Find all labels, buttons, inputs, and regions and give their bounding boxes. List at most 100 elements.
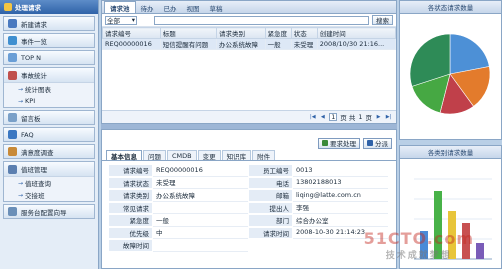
watermark-sub: 技术成就梦想 <box>385 251 452 261</box>
ranking-icon <box>8 53 17 62</box>
field-label: 电话 <box>248 176 293 189</box>
bar-chart-title: 各类别请求数量 <box>400 146 501 159</box>
search-input[interactable] <box>154 15 369 25</box>
sidebar-item-message-board[interactable]: 留言板 <box>3 110 95 125</box>
sidebar-sub-duty-query[interactable]: → 值班查询 <box>4 177 94 189</box>
request-list-panel: 请求池 待办 已办 视图 草稿 全部 ▾ 搜索 请求编号 标题 请求类别 紧急度… <box>101 0 397 124</box>
field-value: REQ00000016 <box>153 164 248 177</box>
sidebar-sub-kpi[interactable]: → KPI <box>4 95 94 107</box>
pager: |◀ ◀ 1 页 共 1 页 ▶ ▶| <box>102 110 396 123</box>
field-value: 未受理 <box>153 177 248 189</box>
sidebar-item-label: 新建请求 <box>21 20 47 29</box>
last-page-icon[interactable]: ▶| <box>385 114 392 121</box>
field-label: 优先级 <box>108 226 153 239</box>
table-cell: 一般 <box>264 38 292 50</box>
request-detail-panel: 要求处理 分派 基本信息 问题 CMDB 变更 知识库 附件 请求编号 REQ0… <box>101 129 397 269</box>
field-value <box>153 239 248 252</box>
next-page-icon[interactable]: ▶ <box>375 114 382 121</box>
tab-problem[interactable]: 问题 <box>143 150 166 161</box>
tab-view[interactable]: 视图 <box>182 2 205 13</box>
sidebar-item-label: 值班管理 <box>21 166 47 174</box>
column-header[interactable]: 创建时间 <box>316 27 397 39</box>
field-value: 李强 <box>293 202 388 214</box>
status-pie-chart <box>409 33 491 115</box>
status-pie-chart-panel: 各状态请求数量 <box>399 0 502 140</box>
sidebar-sub-label: 统计图表 <box>25 86 52 94</box>
column-header[interactable]: 状态 <box>290 27 318 39</box>
assign-button[interactable]: 分派 <box>363 137 392 149</box>
filter-select[interactable]: 全部 ▾ <box>105 15 137 25</box>
survey-icon <box>8 147 17 156</box>
tab-basic-info[interactable]: 基本信息 <box>106 150 142 161</box>
sidebar-item-stats[interactable]: 事故统计 <box>4 68 94 83</box>
tab-cmdb[interactable]: CMDB <box>167 150 197 160</box>
message-icon <box>8 113 17 122</box>
tab-change[interactable]: 变更 <box>197 150 221 161</box>
sidebar-item-label: FAQ <box>21 130 34 139</box>
accept-button[interactable]: 要求处理 <box>318 137 360 149</box>
watermark-main: 51CTO.com <box>363 229 474 248</box>
page-unit-label: 页 <box>365 114 373 122</box>
field-label: 请求编号 <box>108 164 153 177</box>
column-header[interactable]: 请求类别 <box>215 27 266 39</box>
bar-4 <box>476 243 484 259</box>
sidebar-sub-handover[interactable]: → 交接班 <box>4 189 94 201</box>
request-tabs: 请求池 待办 已办 视图 草稿 <box>102 1 396 14</box>
detail-form: 请求编号 REQ00000016 员工编号 0013 请求状态 未受理 电话 1… <box>108 164 390 252</box>
column-header[interactable]: 标题 <box>159 27 217 39</box>
tab-done[interactable]: 已办 <box>159 2 182 13</box>
field-label: 员工编号 <box>248 164 293 177</box>
detail-tabs: 基本信息 问题 CMDB 变更 知识库 附件 <box>102 150 396 161</box>
table-row[interactable]: REQ00000016 短信提醒有问题 办公系统故障 一般 未受理 2008/1… <box>102 38 397 50</box>
tab-todo[interactable]: 待办 <box>136 2 159 13</box>
sidebar-item-topn[interactable]: TOP N <box>3 50 95 65</box>
table-cell: 未受理 <box>290 38 318 50</box>
sidebar-item-events[interactable]: 事件一览 <box>3 33 95 48</box>
table-cell: 短信提醒有问题 <box>159 38 217 50</box>
page-input[interactable]: 1 <box>329 113 338 121</box>
field-value: 13802188013 <box>293 177 388 189</box>
faq-icon <box>8 130 17 139</box>
first-page-icon[interactable]: |◀ <box>309 114 316 121</box>
field-value: 综合办公室 <box>293 214 388 227</box>
sidebar-item-label: TOP N <box>21 53 41 62</box>
tab-request-pool[interactable]: 请求池 <box>104 1 136 13</box>
pie-chart-title: 各状态请求数量 <box>400 1 501 14</box>
tab-attachments[interactable]: 附件 <box>252 150 276 161</box>
sidebar-sub-charts[interactable]: → 统计图表 <box>4 83 94 95</box>
sidebar-item-survey[interactable]: 满意度调查 <box>3 144 95 159</box>
sidebar-item-label: 服务台配置向导 <box>21 208 67 217</box>
prev-page-icon[interactable]: ◀ <box>319 114 326 121</box>
watermark: 51CTO.com 技术成就梦想 <box>364 229 474 261</box>
sidebar-sub-label: 交接班 <box>25 192 45 200</box>
sidebar-item-new-request[interactable]: 新建请求 <box>3 16 95 31</box>
sidebar-sub-label: KPI <box>25 97 36 105</box>
sidebar-item-duty[interactable]: 值班管理 <box>4 162 94 177</box>
assign-icon <box>367 140 373 146</box>
sidebar: 处理请求 新建请求 事件一览 TOP N 事故统计 → 统计图表 → KPI 留… <box>0 0 99 269</box>
sidebar-header[interactable]: 处理请求 <box>0 0 98 14</box>
request-table: 请求编号 标题 请求类别 紧急度 状态 创建时间 REQ00000016 短信提… <box>102 27 397 50</box>
accept-label: 要求处理 <box>330 140 356 148</box>
search-button[interactable]: 搜索 <box>372 15 393 25</box>
field-value: 中 <box>153 227 248 239</box>
field-label: 故障时间 <box>108 239 153 252</box>
table-header-row: 请求编号 标题 请求类别 紧急度 状态 创建时间 <box>102 27 397 39</box>
field-value: 0013 <box>293 164 388 177</box>
column-header[interactable]: 请求编号 <box>102 27 161 39</box>
wizard-icon <box>8 207 17 216</box>
new-request-icon <box>8 19 17 28</box>
sidebar-item-label: 留言板 <box>21 114 41 123</box>
sidebar-item-config-wizard[interactable]: 服务台配置向导 <box>3 204 95 219</box>
column-header[interactable]: 紧急度 <box>264 27 292 39</box>
tab-draft[interactable]: 草稿 <box>205 2 228 13</box>
folder-icon <box>4 3 12 11</box>
field-label: 部门 <box>248 214 293 227</box>
tab-knowledge-base[interactable]: 知识库 <box>221 150 252 161</box>
sidebar-item-label: 满意度调查 <box>21 148 54 157</box>
assign-label: 分派 <box>375 140 388 148</box>
table-cell: 2008/10/30 21:16... <box>316 38 397 50</box>
sidebar-group-duty: 值班管理 → 值班查询 → 交接班 <box>3 161 95 202</box>
sidebar-group-stats: 事故统计 → 统计图表 → KPI <box>3 67 95 108</box>
sidebar-item-faq[interactable]: FAQ <box>3 127 95 142</box>
